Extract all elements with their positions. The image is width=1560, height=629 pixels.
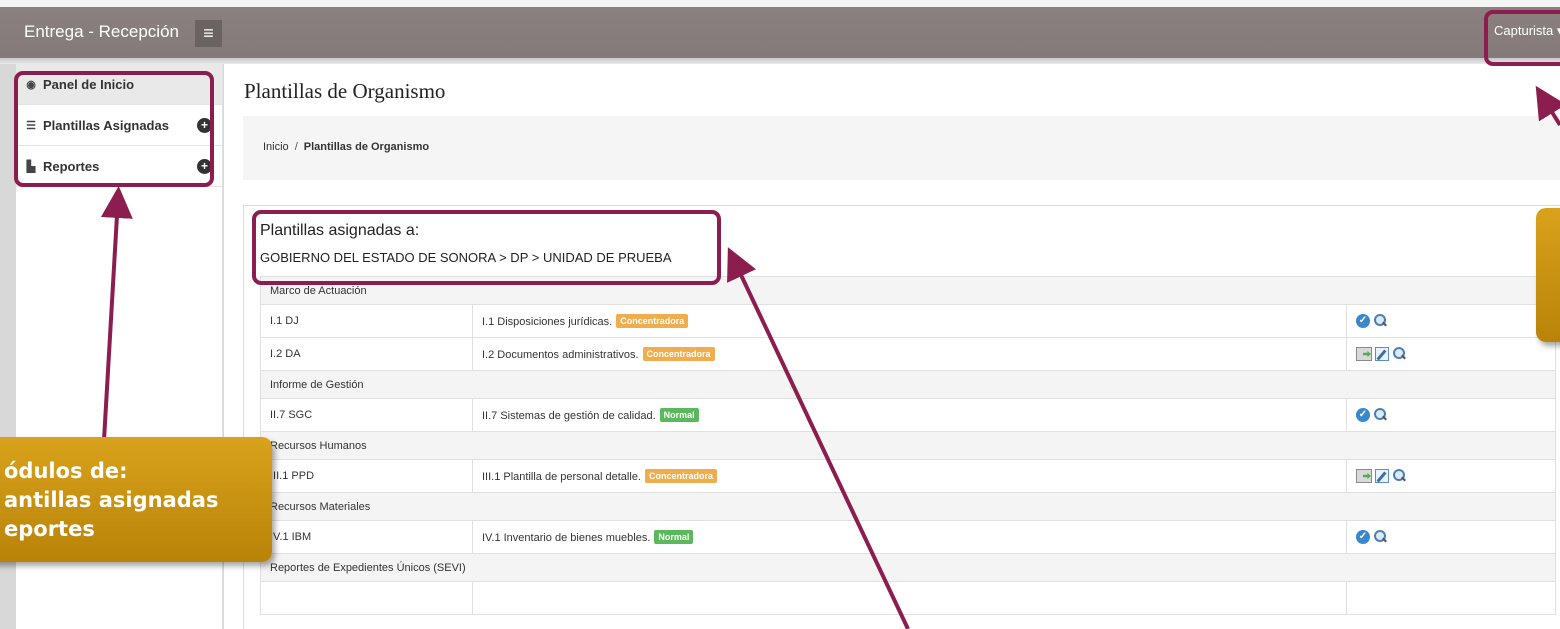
group-row: Recursos Materiales xyxy=(260,492,1556,521)
app-title[interactable]: Entrega - Recepción xyxy=(24,22,179,42)
sidebar-item-panel-inicio[interactable]: ◉ Panel de Inicio xyxy=(16,64,222,105)
check-icon[interactable]: ✓ xyxy=(1356,530,1370,544)
template-description-cell: I.2 Documentos administrativos. Concentra… xyxy=(472,337,1347,371)
list-icon: ☰ xyxy=(26,119,36,132)
magnifier-icon[interactable] xyxy=(1392,347,1406,361)
templates-panel: Plantillas asignadas a: GOBIERNO DEL EST… xyxy=(243,205,1560,629)
template-code: II.7 SGC xyxy=(260,398,473,432)
template-code: III.1 PPD xyxy=(260,459,473,493)
template-code: I.1 DJ xyxy=(260,304,473,338)
table-row: I.1 DJ I.1 Disposiciones jurídicas. Conce… xyxy=(260,304,1556,338)
dashboard-icon: ◉ xyxy=(26,78,36,91)
sidebar-item-label: Plantillas Asignadas xyxy=(43,117,169,133)
edit-icon[interactable] xyxy=(1375,347,1389,361)
template-code-cut-off xyxy=(260,581,473,615)
file-icon: ▙ xyxy=(26,160,36,173)
page-title: Plantillas de Organismo xyxy=(244,79,446,103)
organization-path: GOBIERNO DEL ESTADO DE SONORA > DP > UNI… xyxy=(260,250,672,265)
template-description: IV.1 Inventario de bienes muebles. xyxy=(482,532,651,544)
group-row: Marco de Actuación xyxy=(260,276,1556,305)
sidebar-item-plantillas-asignadas[interactable]: ☰ Plantillas Asignadas + xyxy=(16,105,222,146)
template-description-cell: I.1 Disposiciones jurídicas. Concentrador… xyxy=(472,304,1347,338)
edit-icon[interactable] xyxy=(1375,469,1389,483)
export-icon[interactable] xyxy=(1356,469,1372,483)
actions-cell xyxy=(1346,337,1556,371)
breadcrumb: Inicio / Plantillas de Organismo xyxy=(243,116,1560,180)
type-badge: Concentradora xyxy=(616,314,689,328)
main-content: Plantillas de Organismo Inicio / Plantilla… xyxy=(224,64,1560,629)
breadcrumb-home-link[interactable]: Inicio xyxy=(263,141,289,153)
group-name: Recursos Humanos xyxy=(260,431,1556,460)
template-description: II.7 Sistemas de gestión de calidad. xyxy=(482,410,656,422)
top-navbar: Entrega - Recepción ≡ Capturista ▾ xyxy=(0,0,1560,64)
group-name: Marco de Actuación xyxy=(260,276,1556,305)
type-badge: Concentradora xyxy=(642,347,715,361)
template-description: III.1 Plantilla de personal detalle. xyxy=(482,471,641,483)
table-row: III.1 PPD III.1 Plantilla de personal de… xyxy=(260,459,1556,493)
actions-cell: ✓ xyxy=(1346,398,1556,432)
check-icon[interactable]: ✓ xyxy=(1356,408,1370,422)
user-menu-toggle[interactable]: Capturista ▾ xyxy=(1494,23,1560,39)
templates-table: Marco de Actuación I.1 DJ I.1 Disposicio… xyxy=(260,276,1556,615)
table-row: I.2 DA I.2 Documentos administrativos. Co… xyxy=(260,337,1556,371)
table-row: IV.1 IBM IV.1 Inventario de bienes muebl… xyxy=(260,520,1556,554)
template-description-cut-off xyxy=(472,581,1347,615)
table-row xyxy=(260,581,1556,615)
table-row: II.7 SGC II.7 Sistemas de gestión de cal… xyxy=(260,398,1556,432)
actions-cell xyxy=(1346,459,1556,493)
magnifier-icon[interactable] xyxy=(1373,408,1387,422)
group-name: Reportes de Expedientes Únicos (SEVI) xyxy=(260,553,1556,582)
expand-plus-icon[interactable]: + xyxy=(197,159,212,174)
template-description: I.1 Disposiciones jurídicas. xyxy=(482,316,613,328)
actions-cell: ✓ xyxy=(1346,520,1556,554)
hamburger-icon[interactable]: ≡ xyxy=(195,20,222,47)
type-badge: Normal xyxy=(659,408,699,422)
group-row: Recursos Humanos xyxy=(260,431,1556,460)
template-description-cell: IV.1 Inventario de bienes muebles. Normal xyxy=(472,520,1347,554)
group-name: Informe de Gestión xyxy=(260,370,1556,399)
export-icon[interactable] xyxy=(1356,347,1372,361)
template-code: IV.1 IBM xyxy=(260,520,473,554)
type-badge: Concentradora xyxy=(645,469,718,483)
sidebar-item-reportes[interactable]: ▙ Reportes + xyxy=(16,146,222,187)
sidebar-item-label: Panel de Inicio xyxy=(43,76,135,92)
template-code: I.2 DA xyxy=(260,337,473,371)
type-badge: Normal xyxy=(654,530,694,544)
group-row: Informe de Gestión xyxy=(260,370,1556,399)
group-row: Reportes de Expedientes Únicos (SEVI) xyxy=(260,553,1556,582)
template-description-cell: II.7 Sistemas de gestión de calidad. Norm… xyxy=(472,398,1347,432)
user-role: Capturista xyxy=(1494,23,1554,38)
group-name: Recursos Materiales xyxy=(260,492,1556,521)
magnifier-icon[interactable] xyxy=(1373,314,1387,328)
panel-title: Plantillas asignadas a: xyxy=(260,222,420,239)
expand-plus-icon[interactable]: + xyxy=(197,118,212,133)
magnifier-icon[interactable] xyxy=(1392,469,1406,483)
check-icon[interactable]: ✓ xyxy=(1356,314,1370,328)
template-description-cell: III.1 Plantilla de personal detalle. Conc… xyxy=(472,459,1347,493)
template-description: I.2 Documentos administrativos. xyxy=(482,349,639,361)
breadcrumb-current: Plantillas de Organismo xyxy=(303,141,430,153)
breadcrumb-separator: / xyxy=(294,141,298,153)
actions-cell: ✓ xyxy=(1346,304,1556,338)
actions-cell xyxy=(1346,581,1556,615)
magnifier-icon[interactable] xyxy=(1373,530,1387,544)
sidebar-item-label: Reportes xyxy=(43,158,100,174)
sidebar: ◉ Panel de Inicio ☰ Plantillas Asignadas… xyxy=(16,64,223,629)
